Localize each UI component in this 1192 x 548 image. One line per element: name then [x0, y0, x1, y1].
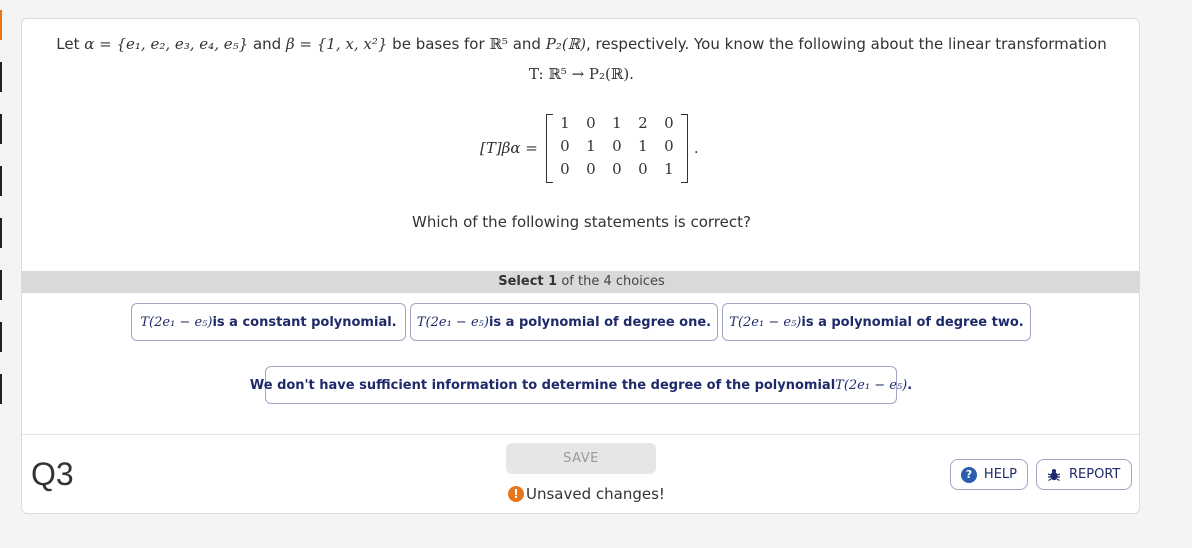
beta-basis: β = {1, x, x²} — [285, 35, 388, 53]
help-label: HELP — [983, 467, 1017, 482]
mapping-text: T: ℝ⁵ → P₂(ℝ). — [529, 65, 634, 83]
choice-math: T(2e₁ − e₅) — [729, 314, 802, 330]
matrix-cell: 1 — [586, 136, 596, 155]
report-button[interactable]: REPORT — [1036, 459, 1132, 490]
gutter-marker — [0, 374, 2, 404]
matrix-left-bracket — [545, 113, 553, 183]
alpha-basis: α = {e₁, e₂, e₃, e₄, e₅} — [84, 35, 249, 53]
choice-degree-one[interactable]: T(2e₁ − e₅) is a polynomial of degree on… — [410, 303, 718, 341]
choice-end: . — [907, 377, 913, 393]
bug-icon — [1047, 468, 1061, 481]
p2-space: P₂(ℝ) — [545, 35, 586, 53]
choice-degree-two[interactable]: T(2e₁ − e₅) is a polynomial of degree tw… — [722, 303, 1031, 341]
unsaved-text: Unsaved changes! — [526, 485, 665, 503]
gutter-marker — [0, 62, 2, 92]
gutter-marker — [0, 270, 2, 300]
matrix-cell: 0 — [612, 159, 622, 178]
choice-label: is a polynomial of degree two. — [801, 314, 1024, 330]
matrix-cell: 0 — [664, 113, 674, 132]
choice-insufficient-info[interactable]: We don't have sufficient information to … — [250, 366, 912, 404]
gutter-marker — [0, 322, 2, 352]
and-text: and — [252, 35, 282, 53]
select-rest: of the 4 choices — [557, 274, 665, 289]
matrix-cell: 1 — [560, 113, 570, 132]
intro-text: Let — [56, 35, 80, 53]
save-button[interactable]: SAVE — [506, 443, 656, 474]
gutter-marker-active — [0, 10, 2, 40]
choice-label: is a polynomial of degree one. — [488, 314, 712, 330]
choice-math: T(2e₁ − e₅) — [835, 377, 908, 393]
warning-icon: ! — [508, 486, 524, 502]
matrix-right-bracket — [680, 113, 688, 183]
matrix-cell: 0 — [638, 159, 648, 178]
left-gutter — [0, 0, 4, 548]
help-icon: ? — [961, 466, 977, 483]
report-label: REPORT — [1069, 467, 1121, 482]
question-card: Let α = {e₁, e₂, e₃, e₄, e₅} and β = {1,… — [21, 18, 1140, 514]
gutter-marker — [0, 166, 2, 196]
choice-constant[interactable]: T(2e₁ − e₅) is a constant polynomial. — [131, 303, 406, 341]
question-text: Which of the following statements is cor… — [412, 213, 751, 231]
matrix-period: . — [693, 139, 699, 157]
matrix-cell: 0 — [586, 159, 596, 178]
matrix-cell: 1 — [612, 113, 622, 132]
choice-label: is a constant polynomial. — [212, 314, 397, 330]
bases-text: be bases for — [392, 35, 485, 53]
matrix-cell: 0 — [664, 136, 674, 155]
transformation-mapping: T: ℝ⁵ → P₂(ℝ). — [22, 65, 1139, 83]
matrix-cell: 2 — [638, 113, 648, 132]
matrix-cell: 0 — [560, 136, 570, 155]
matrix-cell: 0 — [612, 136, 622, 155]
matrix-cell: 0 — [586, 113, 596, 132]
matrix-equation: [T]βα = 101200101000001 . — [480, 113, 699, 183]
matrix-cell: 0 — [560, 159, 570, 178]
unsaved-indicator: ! Unsaved changes! — [508, 485, 665, 503]
question-number: Q3 — [31, 456, 74, 492]
footer-divider — [22, 434, 1139, 435]
help-button[interactable]: ? HELP — [950, 459, 1028, 490]
r5-space: ℝ⁵ — [489, 35, 508, 53]
problem-statement: Let α = {e₁, e₂, e₃, e₄, e₅} and β = {1,… — [22, 33, 1139, 55]
transformation-matrix: 101200101000001 — [545, 113, 688, 183]
choice-label: We don't have sufficient information to … — [249, 377, 836, 393]
tail-text: , respectively. You know the following a… — [586, 35, 1107, 53]
select-count: Select 1 — [498, 274, 558, 289]
choice-math: T(2e₁ − e₅) — [416, 314, 489, 330]
gutter-marker — [0, 114, 2, 144]
choice-math: T(2e₁ − e₅) — [140, 314, 213, 330]
gutter-marker — [0, 218, 2, 248]
and-text: and — [512, 35, 541, 53]
matrix-cell: 1 — [664, 159, 674, 178]
matrix-cell: 1 — [638, 136, 648, 155]
select-instruction: Select 1 of the 4 choices — [22, 271, 1139, 293]
matrix-lhs: [T]βα = — [480, 139, 538, 157]
